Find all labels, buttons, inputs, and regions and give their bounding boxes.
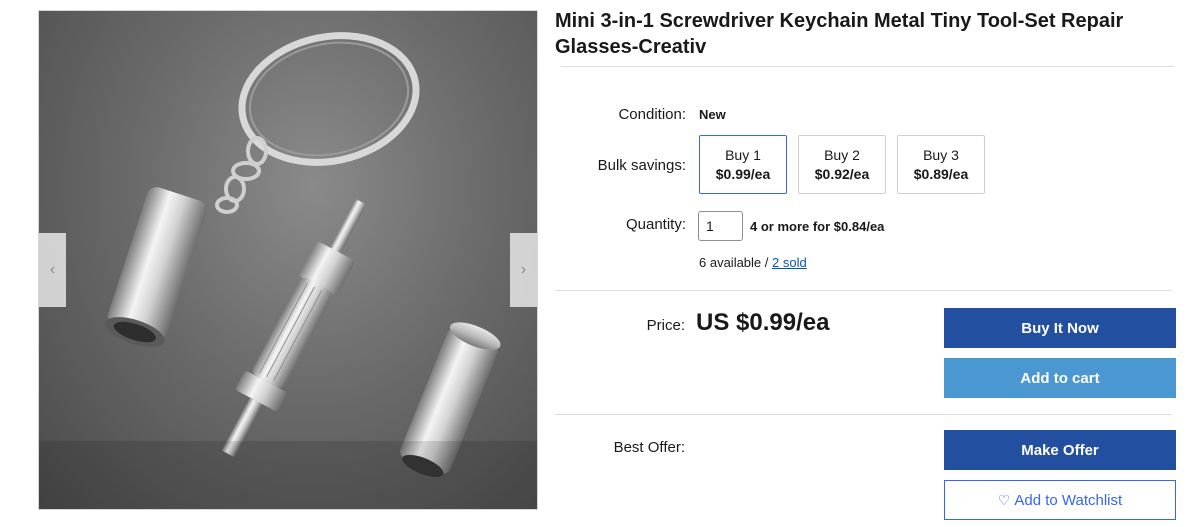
- add-to-watchlist-button[interactable]: ♡ Add to Watchlist: [944, 480, 1176, 520]
- bulk-option-price: $0.92/ea: [814, 166, 870, 182]
- make-offer-button[interactable]: Make Offer: [944, 430, 1176, 470]
- quantity-deal-text: 4 or more for $0.84/ea: [750, 219, 885, 234]
- heart-icon: ♡: [997, 491, 1011, 508]
- next-image-button[interactable]: ›: [510, 233, 537, 307]
- bulk-option-qty: Buy 3: [923, 147, 959, 163]
- bulk-option-qty: Buy 2: [824, 147, 860, 163]
- product-title: Mini 3-in-1 Screwdriver Keychain Metal T…: [555, 10, 1124, 58]
- quantity-divider: [555, 290, 1172, 291]
- chevron-right-icon: ›: [520, 261, 527, 278]
- quantity-label: Quantity:: [625, 216, 686, 233]
- price-value: US $0.99/ea: [696, 309, 830, 336]
- condition-label: Condition:: [618, 106, 686, 123]
- bulk-savings-label: Bulk savings:: [597, 157, 686, 174]
- price-divider: [555, 414, 1172, 415]
- bulk-option-buy-2[interactable]: Buy 2 $0.92/ea: [798, 135, 886, 194]
- best-offer-label: Best Offer:: [613, 439, 685, 456]
- bulk-option-qty: Buy 1: [725, 147, 761, 163]
- bulk-option-price: $0.89/ea: [913, 166, 969, 182]
- previous-image-button[interactable]: ‹: [39, 233, 66, 307]
- available-count: 6 available /: [699, 255, 769, 270]
- bulk-option-buy-3[interactable]: Buy 3 $0.89/ea: [897, 135, 985, 194]
- buy-it-now-button[interactable]: Buy It Now: [944, 308, 1176, 348]
- bulk-option-price: $0.99/ea: [715, 166, 771, 182]
- quantity-input[interactable]: [698, 211, 743, 241]
- sold-count-link[interactable]: 2 sold: [772, 255, 807, 270]
- product-image-gallery[interactable]: ‹ ›: [38, 10, 538, 510]
- product-photo: [39, 32, 537, 509]
- bulk-option-buy-1[interactable]: Buy 1 $0.99/ea: [699, 135, 787, 194]
- price-label: Price:: [646, 317, 685, 334]
- availability-text: 6 available / 2 sold: [699, 255, 807, 270]
- add-to-cart-button[interactable]: Add to cart: [944, 358, 1176, 398]
- condition-value: New: [699, 107, 726, 122]
- chevron-left-icon: ‹: [49, 261, 56, 278]
- add-to-watchlist-label: Add to Watchlist: [1014, 491, 1123, 509]
- title-divider: [561, 66, 1174, 67]
